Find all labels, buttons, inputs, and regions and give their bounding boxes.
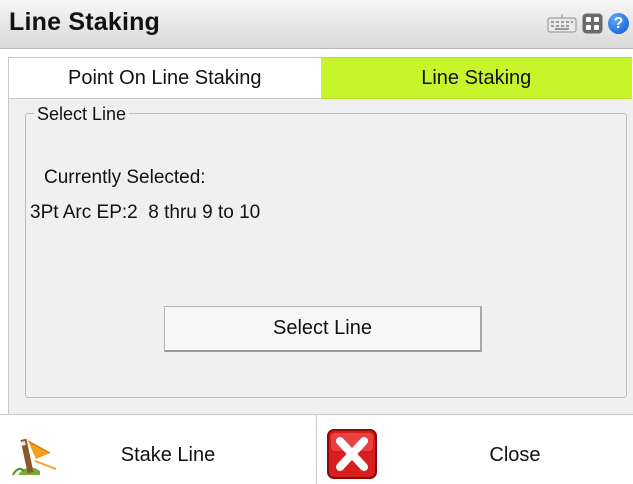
close-button[interactable]: Close [316, 415, 633, 484]
apps-icon[interactable] [582, 13, 603, 34]
titlebar-icons: ? [547, 13, 629, 34]
select-line-button[interactable]: Select Line [164, 306, 482, 352]
tab-point-on-line-staking[interactable]: Point On Line Staking [8, 57, 321, 99]
window-title: Line Staking [9, 8, 161, 36]
currently-selected-label: Currently Selected: [44, 167, 206, 188]
group-legend: Select Line [34, 104, 130, 125]
keyboard-icon[interactable] [547, 14, 577, 33]
stake-line-button[interactable]: Stake Line [0, 415, 316, 484]
content-panel: Select Line [8, 99, 633, 414]
tab-bar: Point On Line Staking Line Staking [8, 57, 632, 99]
select-line-group: Select Line [25, 104, 627, 398]
bottom-bar: Stake Line Close [0, 414, 633, 484]
currently-selected-value: 3Pt Arc EP:2 8 thru 9 to 10 [30, 202, 261, 223]
stake-line-label: Stake Line [120, 444, 216, 466]
help-icon[interactable]: ? [608, 13, 629, 34]
close-label: Close [489, 444, 541, 466]
tab-line-staking[interactable]: Line Staking [320, 57, 632, 99]
title-bar: Line Staking ? [0, 0, 633, 49]
